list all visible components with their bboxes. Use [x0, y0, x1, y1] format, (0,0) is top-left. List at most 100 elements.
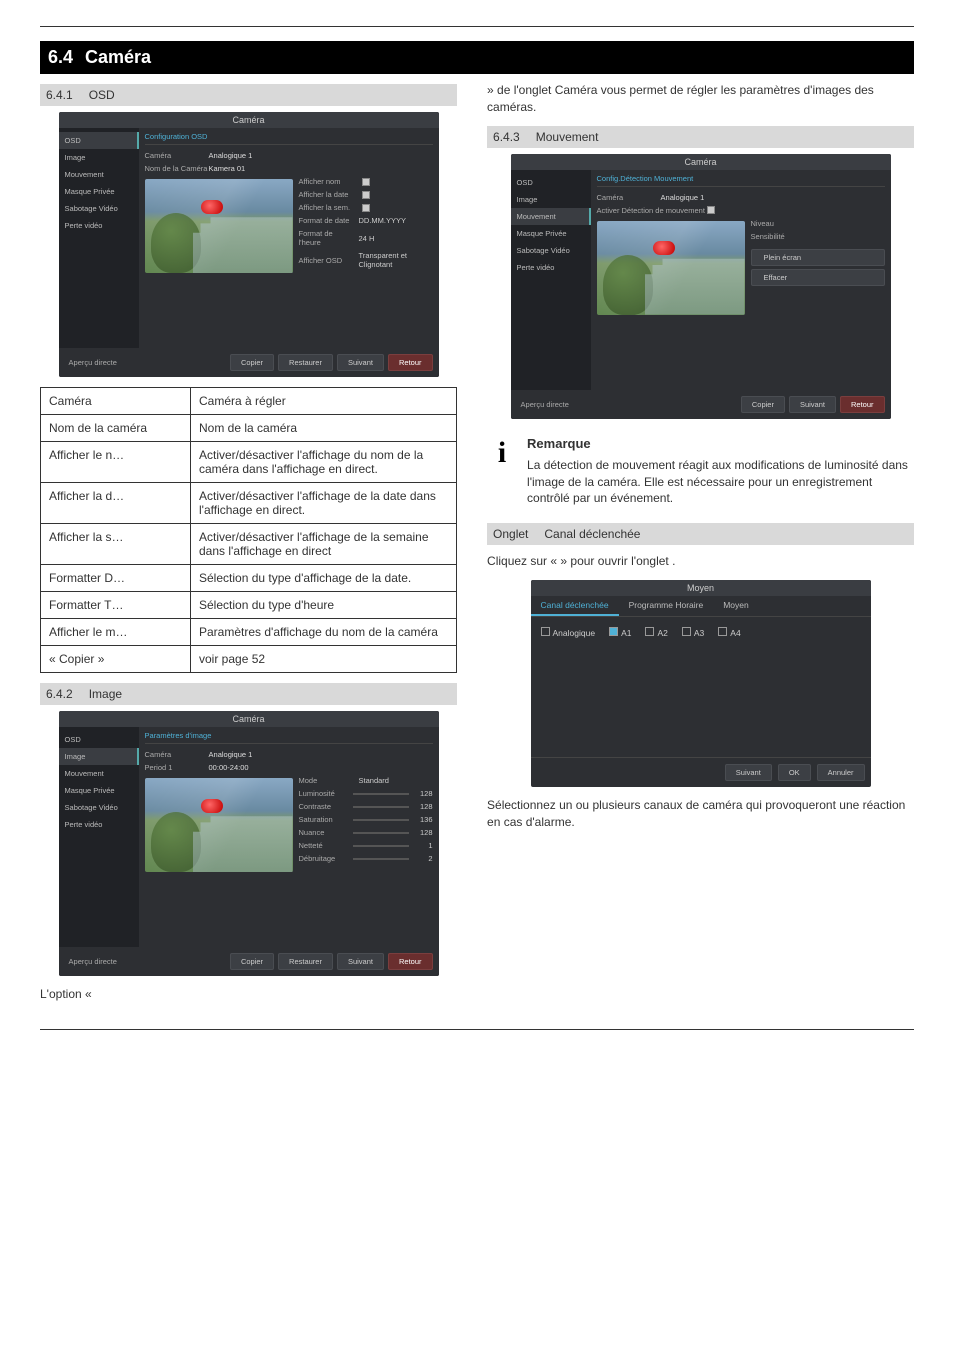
sub-num: Onglet [493, 527, 528, 541]
channel-check[interactable] [718, 627, 727, 636]
osd-row-label: Afficher la sem. [299, 203, 355, 212]
date-format-select[interactable]: DD.MM.YYYY [359, 216, 433, 225]
channel-label: A4 [730, 628, 740, 638]
channel-check[interactable] [609, 627, 618, 636]
channel-check[interactable] [682, 627, 691, 636]
slider-label: Luminosité [299, 789, 349, 798]
table-row: Afficher la s…Activer/désactiver l'affic… [41, 524, 457, 565]
nav-loss[interactable]: Perte vidéo [59, 217, 139, 234]
footer-left-label[interactable]: Aperçu directe [65, 358, 117, 367]
section-heading: 6.4 Caméra [40, 41, 914, 74]
nav-osd[interactable]: OSD [59, 132, 139, 149]
nav-mask[interactable]: Masque Privée [511, 225, 591, 242]
show-week-check[interactable] [362, 204, 370, 212]
camera-preview [145, 778, 293, 872]
slider-track[interactable] [353, 845, 409, 847]
nav-loss[interactable]: Perte vidéo [511, 259, 591, 276]
camera-label: Caméra [145, 750, 209, 759]
slider-track[interactable] [353, 832, 409, 834]
slider-row: Saturation 136 [299, 813, 433, 826]
nav-mask[interactable]: Masque Privée [59, 782, 139, 799]
period-value[interactable]: 00:00-24:00 [209, 763, 433, 772]
channel-check[interactable] [645, 627, 654, 636]
restore-button[interactable]: Restaurer [278, 354, 333, 371]
sub-num: 6.4.2 [46, 687, 73, 701]
nav-sabotage[interactable]: Sabotage Vidéo [511, 242, 591, 259]
show-date-check[interactable] [362, 191, 370, 199]
nav-sabotage[interactable]: Sabotage Vidéo [59, 799, 139, 816]
tab-moyen[interactable]: Moyen [713, 596, 759, 616]
nav-motion[interactable]: Mouvement [59, 765, 139, 782]
analog-label: Analogique [553, 628, 596, 638]
table-row: Formatter D…Sélection du type d'affichag… [41, 565, 457, 592]
camera-name-input[interactable]: Kamera 01 [209, 164, 433, 173]
camera-name-label: Nom de la Caméra [145, 164, 209, 173]
slider-track[interactable] [353, 806, 409, 808]
slider-value: 136 [413, 815, 433, 824]
param-desc: Paramètres d'affichage du nom de la camé… [191, 619, 457, 646]
image-continuation: » de l'onglet Caméra vous permet de régl… [487, 82, 914, 116]
camera-select[interactable]: Analogique 1 [209, 151, 433, 160]
nav-osd[interactable]: OSD [511, 174, 591, 191]
param-name: Afficher la s… [41, 524, 191, 565]
osd-row-label: Afficher OSD [299, 256, 355, 265]
mode-select[interactable]: Standard [359, 776, 433, 785]
table-row: Afficher le n…Activer/désactiver l'affic… [41, 442, 457, 483]
nav-image[interactable]: Image [511, 191, 591, 208]
panel-nav: OSD Image Mouvement Masque Privée Sabota… [511, 170, 591, 390]
nav-mask[interactable]: Masque Privée [59, 183, 139, 200]
nav-motion[interactable]: Mouvement [511, 208, 591, 225]
copy-button[interactable]: Copier [741, 396, 785, 413]
motion-panel: Caméra OSD Image Mouvement Masque Privée… [511, 154, 891, 419]
footer-left-label[interactable]: Aperçu directe [65, 957, 117, 966]
slider-value: 1 [413, 841, 433, 850]
slider-label: Saturation [299, 815, 349, 824]
slider-track[interactable] [353, 858, 409, 860]
restore-button[interactable]: Restaurer [278, 953, 333, 970]
table-row: « Copier »voir page 52 [41, 646, 457, 673]
param-name: Afficher le n… [41, 442, 191, 483]
fullscreen-button[interactable]: Plein écran [751, 249, 885, 266]
subheading-motion: 6.4.3 Mouvement [487, 126, 914, 148]
clear-button[interactable]: Effacer [751, 269, 885, 286]
back-button[interactable]: Retour [840, 396, 885, 413]
sub-num: 6.4.1 [46, 88, 73, 102]
next-button[interactable]: Suivant [337, 354, 384, 371]
nav-loss[interactable]: Perte vidéo [59, 816, 139, 833]
slider-label: Netteté [299, 841, 349, 850]
nav-image[interactable]: Image [59, 149, 139, 166]
show-name-check[interactable] [362, 178, 370, 186]
next-button[interactable]: Suivant [789, 396, 836, 413]
tab-channel[interactable]: Canal déclenchée [531, 596, 619, 616]
time-format-select[interactable]: 24 H [359, 234, 433, 243]
nav-sabotage[interactable]: Sabotage Vidéo [59, 200, 139, 217]
slider-row: Netteté 1 [299, 839, 433, 852]
osd-row-label: Format de date [299, 216, 355, 225]
nav-osd[interactable]: OSD [59, 731, 139, 748]
back-button[interactable]: Retour [388, 354, 433, 371]
slider-label: Débruitage [299, 854, 349, 863]
osd-mode-select[interactable]: Transparent et Clignotant [359, 251, 433, 269]
camera-select[interactable]: Analogique 1 [209, 750, 433, 759]
cancel-button[interactable]: Annuler [817, 764, 865, 781]
copy-button[interactable]: Copier [230, 953, 274, 970]
tab-schedule[interactable]: Programme Horaire [619, 596, 714, 616]
camera-select[interactable]: Analogique 1 [661, 193, 885, 202]
param-name: Formatter T… [41, 592, 191, 619]
next-button[interactable]: Suivant [337, 953, 384, 970]
next-button[interactable]: Suivant [725, 764, 772, 781]
copy-button[interactable]: Copier [230, 354, 274, 371]
footer-left-label[interactable]: Aperçu directe [517, 400, 569, 409]
slider-track[interactable] [353, 793, 409, 795]
nav-image[interactable]: Image [59, 748, 139, 765]
camera-label: Caméra [597, 193, 661, 202]
slider-track[interactable] [353, 819, 409, 821]
nav-motion[interactable]: Mouvement [59, 166, 139, 183]
subheading-osd: 6.4.1 OSD [40, 84, 457, 106]
ok-button[interactable]: OK [778, 764, 811, 781]
osd-banner: Configuration OSD [145, 132, 433, 145]
enable-motion-check[interactable] [707, 206, 715, 214]
back-button[interactable]: Retour [388, 953, 433, 970]
osd-row-label: Afficher nom [299, 177, 355, 186]
analog-all-check[interactable] [541, 627, 550, 636]
